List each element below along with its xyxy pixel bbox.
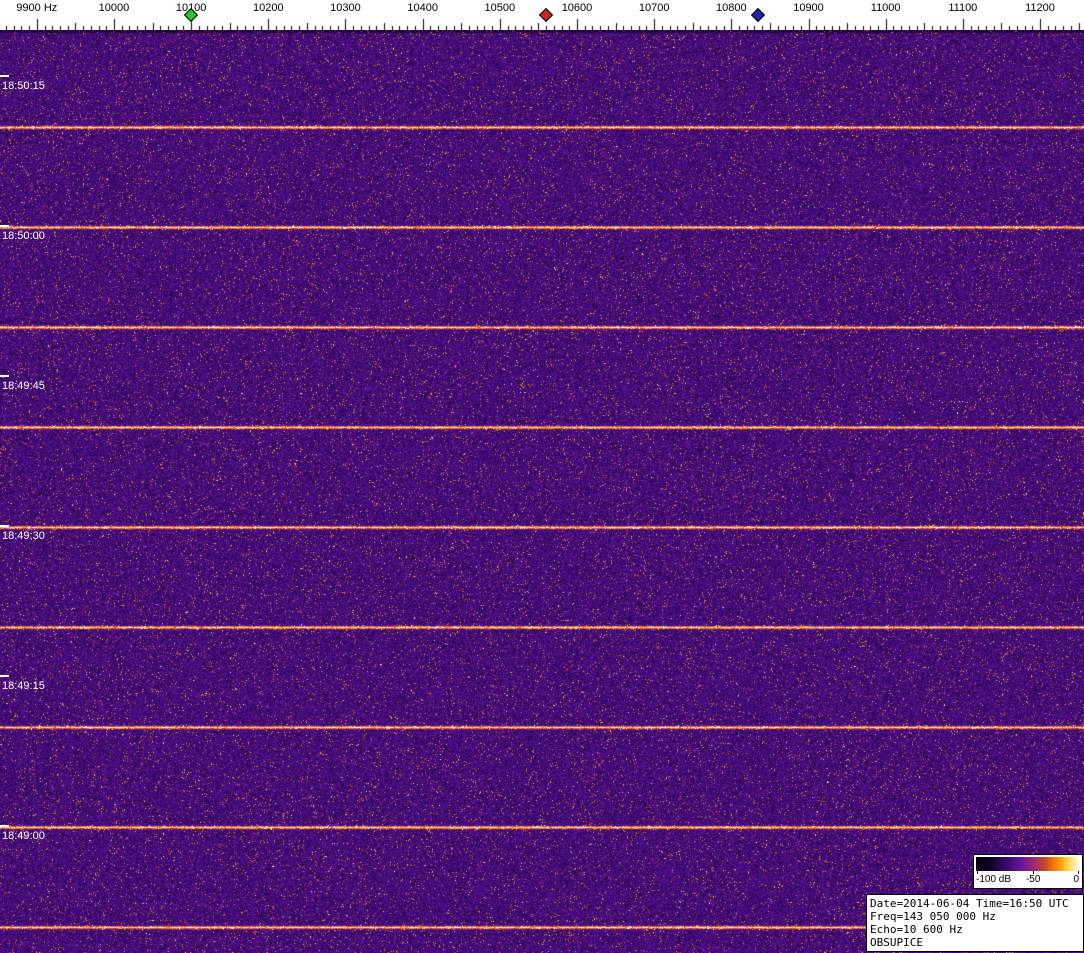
freq-tick-label: 10200 bbox=[253, 2, 284, 14]
freq-tick-label: 10300 bbox=[330, 2, 361, 14]
freq-tick-label: 10600 bbox=[561, 2, 593, 14]
info-line-date: Date=2014-06-04 Time=16:50 UTC bbox=[870, 897, 1069, 910]
colorbar-label-row: -100 dB -50 0 bbox=[976, 874, 1080, 886]
freq-tick-label: 10900 bbox=[793, 2, 824, 14]
freq-tick-label: 11100 bbox=[948, 2, 978, 14]
frequency-ruler[interactable]: 9900 Hz100001010010200103001040010500106… bbox=[0, 0, 1084, 30]
freq-tick-label: 10700 bbox=[638, 2, 670, 14]
time-tick bbox=[0, 825, 9, 827]
freq-tick-label: 11000 bbox=[870, 2, 901, 14]
colorbar-label-max: 0 bbox=[1073, 874, 1079, 885]
time-tick bbox=[0, 375, 9, 377]
freq-tick-label: 10000 bbox=[98, 2, 130, 14]
info-line-echo: Echo=10 600 Hz bbox=[870, 923, 963, 936]
info-box: Date=2014-06-04 Time=16:50 UTC Freq=143 … bbox=[866, 894, 1084, 952]
waterfall-display bbox=[0, 30, 1084, 953]
freq-tick-label: 9900 Hz bbox=[16, 2, 58, 14]
time-label: 18:49:30 bbox=[2, 530, 45, 542]
colorbar-legend: -100 dB -50 0 bbox=[973, 854, 1083, 889]
waterfall-spectrogram-app: 9900 Hz100001010010200103001040010500106… bbox=[0, 0, 1084, 953]
time-tick bbox=[0, 525, 9, 527]
freq-tick-label: 10400 bbox=[407, 2, 438, 14]
colorbar-label-min: -100 dB bbox=[976, 874, 1012, 885]
colorbar-gradient bbox=[976, 857, 1080, 871]
time-tick bbox=[0, 75, 9, 77]
colorbar-label-mid: -50 bbox=[1025, 874, 1041, 885]
freq-tick-label: 10500 bbox=[484, 2, 516, 14]
time-label: 18:49:15 bbox=[2, 680, 45, 692]
freq-tick-label: 11200 bbox=[1025, 2, 1055, 14]
time-label: 18:50:00 bbox=[2, 230, 45, 242]
time-tick bbox=[0, 675, 9, 677]
info-line-station: OBSUPICE bbox=[870, 936, 923, 949]
time-label: 18:50:15 bbox=[2, 80, 45, 92]
time-label: 18:49:00 bbox=[2, 830, 45, 842]
time-tick bbox=[0, 225, 9, 227]
freq-tick-label: 10800 bbox=[716, 2, 747, 14]
info-line-freq: Freq=143 050 000 Hz bbox=[870, 910, 996, 923]
time-label: 18:49:45 bbox=[2, 380, 45, 392]
